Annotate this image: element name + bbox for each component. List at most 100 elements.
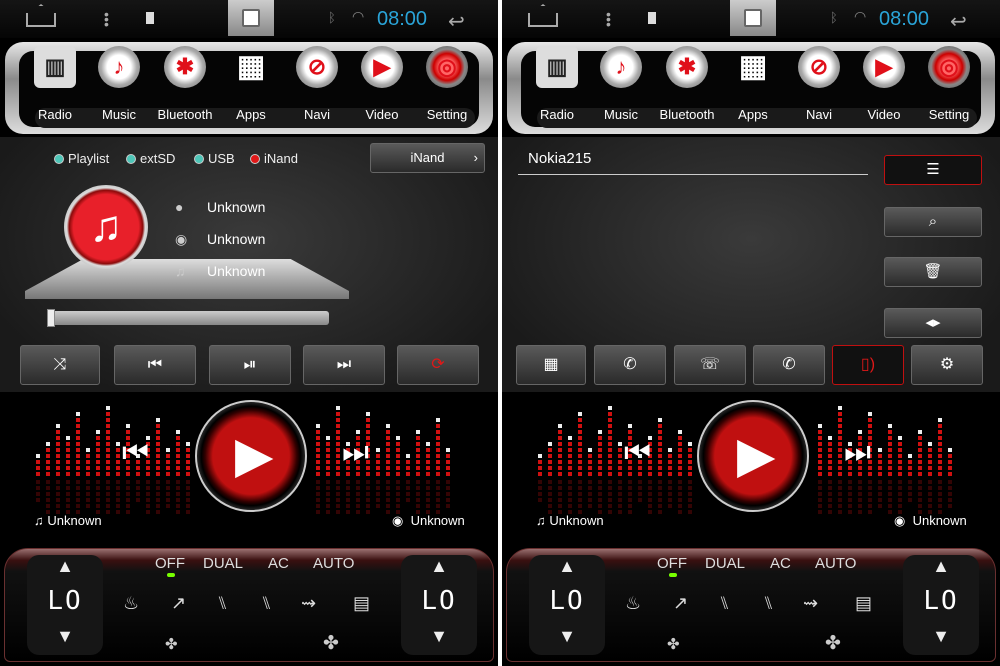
repeat-button[interactable]: ⟳ <box>397 345 479 385</box>
equalizer-dot <box>46 472 50 476</box>
source-usb[interactable]: USB <box>194 151 235 166</box>
rear-defrost-icon[interactable]: ▤ <box>855 593 872 614</box>
rear-defrost-icon[interactable]: ▤ <box>353 593 370 614</box>
right-temp-up-button[interactable]: ▲ <box>401 555 477 577</box>
nav-bluetooth[interactable]: ✱ Bluetooth <box>153 46 217 126</box>
nav-radio[interactable]: ▥ Radio <box>525 46 589 126</box>
nav-music[interactable]: ♪ Music <box>87 46 151 126</box>
equalizer-reflection-dot <box>868 480 872 484</box>
play-button[interactable]: ▶ <box>195 400 307 512</box>
left-temp-up-button[interactable]: ▲ <box>529 555 605 577</box>
right-temp-up-button[interactable]: ▲ <box>903 555 979 577</box>
recent-apps-button[interactable] <box>730 0 776 36</box>
next-button[interactable]: ⏭ <box>303 345 385 385</box>
fan-high-icon[interactable]: ✤ <box>825 632 841 655</box>
equalizer-dot <box>186 460 190 464</box>
equalizer-reflection-dot <box>116 498 120 502</box>
nav-radio[interactable]: ▥ Radio <box>23 46 87 126</box>
airflow-icon[interactable]: ↗ <box>673 593 688 614</box>
equalizer-dot <box>568 448 572 452</box>
equalizer-dot <box>416 436 420 440</box>
mode-auto[interactable]: AUTO <box>313 555 354 572</box>
shuffle-button[interactable]: ⤨ <box>20 345 100 385</box>
front-defrost-icon[interactable]: ♨ <box>123 593 139 614</box>
contacts-button[interactable]: ☏ <box>674 345 746 385</box>
search-button[interactable]: ⌕ <box>884 207 982 237</box>
left-temp-up-button[interactable]: ▲ <box>27 555 103 577</box>
equalizer-dot <box>46 454 50 458</box>
progress-slider[interactable] <box>47 309 329 327</box>
right-temp-down-button[interactable]: ▼ <box>401 625 477 647</box>
source-playlist[interactable]: Playlist <box>54 151 109 166</box>
equalizer-reflection-dot <box>948 498 952 502</box>
previous-track-button[interactable]: ⏮ <box>122 436 149 470</box>
nav-apps[interactable]: ▦ Apps <box>219 46 283 126</box>
delete-button[interactable]: 🗑 <box>884 257 982 287</box>
back-icon[interactable]: ↩ <box>448 9 465 34</box>
next-track-button[interactable]: ⏭ <box>844 436 871 470</box>
equalizer-reflection-dot <box>628 480 632 484</box>
nav-video[interactable]: ▶ Video <box>350 46 414 126</box>
recirculation-icon[interactable]: ⇝ <box>301 593 316 614</box>
mode-dual[interactable]: DUAL <box>705 555 745 572</box>
dialpad-button[interactable]: ▦ <box>516 345 586 385</box>
transfer-button[interactable]: ◂▸ <box>884 308 982 338</box>
play-button[interactable]: ▶ <box>697 400 809 512</box>
equalizer-reflection-dot <box>648 510 652 514</box>
menu-dots-icon[interactable]: • • • <box>606 7 612 31</box>
equalizer-dot <box>316 472 320 476</box>
home-icon[interactable] <box>26 13 56 27</box>
equalizer-reflection-dot <box>948 480 952 484</box>
home-icon[interactable] <box>528 13 558 27</box>
settings-button[interactable]: ⚙ <box>911 345 983 385</box>
next-track-button[interactable]: ⏭ <box>342 436 369 470</box>
mode-off[interactable]: OFF <box>155 555 185 572</box>
nav-setting[interactable]: ◎ Setting <box>917 46 981 126</box>
equalizer-dot <box>928 472 932 476</box>
source-select-button[interactable]: iNand › <box>370 143 485 173</box>
equalizer-dot <box>416 442 420 446</box>
source-extsd[interactable]: extSD <box>126 151 175 166</box>
nav-setting[interactable]: ◎ Setting <box>415 46 479 126</box>
front-defrost-icon[interactable]: ♨ <box>625 593 641 614</box>
call-log-button[interactable]: ✆ <box>594 345 666 385</box>
recirculation-icon[interactable]: ⇝ <box>803 593 818 614</box>
previous-track-button[interactable]: ⏮ <box>624 436 651 470</box>
nav-video[interactable]: ▶ Video <box>852 46 916 126</box>
seat-heat-left-icon[interactable]: ⑊ <box>217 593 228 614</box>
fan-low-icon[interactable]: ✤ <box>667 635 680 653</box>
slider-thumb[interactable] <box>47 309 55 327</box>
equalizer-reflection-dot <box>908 486 912 490</box>
seat-heat-left-icon[interactable]: ⑊ <box>719 593 730 614</box>
mode-auto[interactable]: AUTO <box>815 555 856 572</box>
source-inand[interactable]: iNand <box>250 151 298 166</box>
nav-navi[interactable]: ⊘ Navi <box>787 46 851 126</box>
mode-off[interactable]: OFF <box>657 555 687 572</box>
menu-dots-icon[interactable]: • • • <box>104 7 110 31</box>
seat-heat-right-icon[interactable]: ⑊ <box>261 593 272 614</box>
fan-high-icon[interactable]: ✤ <box>323 632 339 655</box>
play-pause-button[interactable]: ⏯ <box>209 345 291 385</box>
left-temp-down-button[interactable]: ▼ <box>27 625 103 647</box>
equalizer-dot <box>838 442 842 446</box>
right-temp-down-button[interactable]: ▼ <box>903 625 979 647</box>
equalizer-dot <box>828 472 832 476</box>
nav-music[interactable]: ♪ Music <box>589 46 653 126</box>
recent-apps-button[interactable] <box>228 0 274 36</box>
mode-ac[interactable]: AC <box>268 555 289 572</box>
nav-navi[interactable]: ⊘ Navi <box>285 46 349 126</box>
left-temp-down-button[interactable]: ▼ <box>529 625 605 647</box>
nav-apps[interactable]: ▦ Apps <box>721 46 785 126</box>
seat-heat-right-icon[interactable]: ⑊ <box>763 593 774 614</box>
nav-bluetooth[interactable]: ✱ Bluetooth <box>655 46 719 126</box>
phone-call-button[interactable]: ✆ <box>753 345 825 385</box>
phone-audio-button[interactable]: ▯) <box>832 345 904 385</box>
back-icon[interactable]: ↩ <box>950 9 967 34</box>
mode-ac[interactable]: AC <box>770 555 791 572</box>
list-button[interactable]: ☰ <box>884 155 982 185</box>
fan-low-icon[interactable]: ✤ <box>165 635 178 653</box>
previous-button[interactable]: ⏮ <box>114 345 196 385</box>
equalizer-reflection-dot <box>848 504 852 508</box>
airflow-icon[interactable]: ↗ <box>171 593 186 614</box>
mode-dual[interactable]: DUAL <box>203 555 243 572</box>
